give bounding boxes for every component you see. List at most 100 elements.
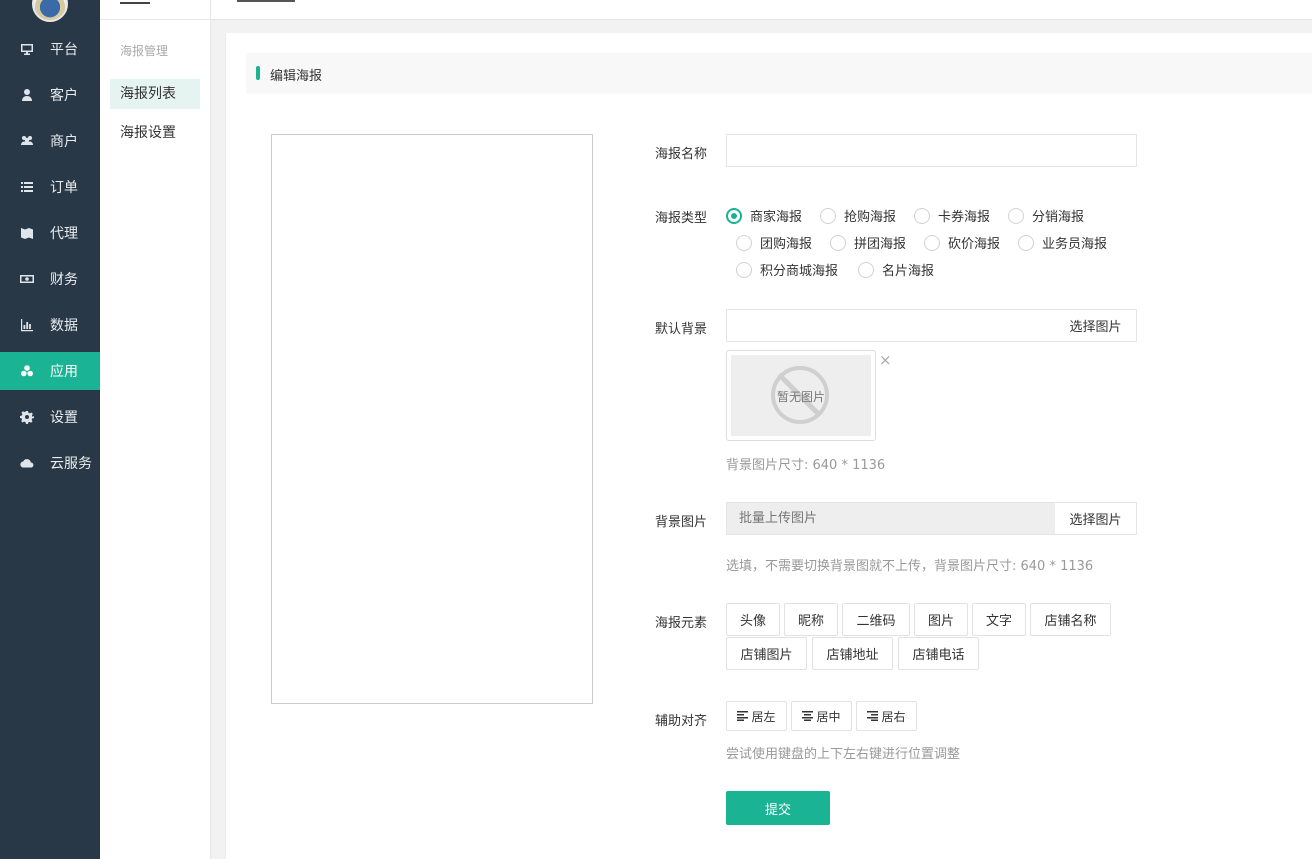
radio-group-buy-poster[interactable]: 团购海报: [736, 233, 812, 252]
nav-item-label: 财务: [50, 272, 78, 288]
app-logo: [32, 0, 68, 22]
header-breadcrumb: [237, 0, 295, 2]
element-shop-name-button[interactable]: 店铺名称: [1030, 603, 1111, 636]
nav-item-label: 平台: [50, 42, 78, 58]
nav-item-label: 代理: [50, 226, 78, 242]
radio-dot: [1008, 207, 1024, 224]
align-center-button[interactable]: 居中: [791, 701, 852, 731]
nav-item-cloud[interactable]: 云服务: [0, 444, 100, 482]
nav-item-platform[interactable]: 平台: [0, 30, 100, 68]
radio-label: 团购海报: [760, 237, 813, 252]
radio-label: 名片海报: [882, 264, 935, 279]
radio-label: 商家海报: [750, 210, 803, 225]
nav-item-settings[interactable]: 设置: [0, 398, 100, 436]
map-icon: [20, 226, 34, 240]
align-center-label: 居中: [816, 709, 841, 724]
radio-dot: [924, 234, 940, 251]
nav-item-merchant[interactable]: 商户: [0, 122, 100, 160]
radio-dot: [820, 207, 836, 224]
secondary-sidebar: 海报管理 海报列表 海报设置: [100, 0, 211, 859]
nav-item-label: 设置: [50, 410, 78, 426]
radio-dot: [726, 207, 742, 224]
element-shop-image-button[interactable]: 店铺图片: [726, 637, 807, 670]
bg-images-input[interactable]: [726, 502, 1056, 535]
nav-item-customer[interactable]: 客户: [0, 76, 100, 114]
radio-dot: [830, 234, 846, 251]
radio-label: 业务员海报: [1042, 237, 1108, 252]
default-bg-thumbnail: 暂无图片: [726, 350, 876, 441]
radio-dot: [914, 207, 930, 224]
subnav-item-poster-list[interactable]: 海报列表: [110, 79, 200, 109]
no-image-text: 暂无图片: [776, 390, 825, 404]
nav-item-label: 应用: [50, 364, 78, 380]
element-nickname-button[interactable]: 昵称: [784, 603, 838, 636]
thumbnail-placeholder: 暂无图片: [731, 355, 871, 436]
nav-item-label: 客户: [50, 88, 78, 104]
bar-chart-icon: [20, 318, 34, 332]
nav-item-agent[interactable]: 代理: [0, 214, 100, 252]
nav-item-data[interactable]: 数据: [0, 306, 100, 344]
element-text-button[interactable]: 文字: [972, 603, 1026, 636]
subbar-header-text: [120, 0, 150, 4]
nav-item-order[interactable]: 订单: [0, 168, 100, 206]
element-qrcode-button[interactable]: 二维码: [842, 603, 910, 636]
main-sidebar: 平台 客户 商户 订单 代理 财务 数据 应用 设置 云服务: [0, 0, 100, 859]
radio-salesman-poster[interactable]: 业务员海报: [1018, 233, 1107, 252]
list-icon: [20, 180, 34, 194]
radio-coupon-poster[interactable]: 卡券海报: [914, 206, 990, 225]
radio-label: 积分商城海报: [760, 264, 839, 279]
nav-item-label: 云服务: [50, 456, 92, 472]
radio-bargain-poster[interactable]: 砍价海报: [924, 233, 1000, 252]
title-accent-bar: [256, 66, 260, 80]
monitor-icon: [20, 42, 34, 56]
radio-flash-sale-poster[interactable]: 抢购海报: [820, 206, 896, 225]
radio-merchant-poster[interactable]: 商家海报: [726, 206, 802, 225]
money-icon: [20, 272, 34, 286]
radio-label: 抢购海报: [844, 210, 897, 225]
radio-points-mall-poster[interactable]: 积分商城海报: [736, 260, 838, 279]
radio-label: 卡券海报: [938, 210, 991, 225]
poster-name-label: 海报名称: [655, 147, 708, 162]
align-left-label: 居左: [751, 709, 776, 724]
nav-item-label: 数据: [50, 318, 78, 334]
radio-pintuan-poster[interactable]: 拼团海报: [830, 233, 906, 252]
align-right-button[interactable]: 居右: [856, 701, 917, 731]
align-left-button[interactable]: 居左: [726, 701, 787, 731]
element-shop-address-button[interactable]: 店铺地址: [812, 637, 893, 670]
element-shop-phone-button[interactable]: 店铺电话: [898, 637, 979, 670]
element-image-button[interactable]: 图片: [914, 603, 968, 636]
panel-title: 编辑海报: [270, 69, 323, 84]
submit-button[interactable]: 提交: [726, 791, 830, 825]
cubes-icon: [20, 364, 34, 378]
nav-item-label: 商户: [50, 134, 78, 150]
align-label: 辅助对齐: [655, 714, 708, 729]
align-right-label: 居右: [881, 709, 906, 724]
element-avatar-button[interactable]: 头像: [726, 603, 780, 636]
remove-image-close-icon[interactable]: ×: [879, 351, 892, 369]
radio-label: 拼团海报: [854, 237, 907, 252]
radio-label: 砍价海报: [948, 237, 1001, 252]
bg-images-select-button[interactable]: 选择图片: [1055, 502, 1137, 535]
align-right-icon: [867, 711, 879, 721]
default-bg-select-button[interactable]: 选择图片: [1055, 309, 1137, 342]
default-bg-input[interactable]: [726, 309, 1056, 342]
subbar-header: [100, 0, 211, 20]
nav-item-app[interactable]: 应用: [0, 352, 100, 390]
bg-images-label: 背景图片: [655, 515, 708, 530]
align-left-icon: [737, 711, 749, 721]
subnav-item-poster-settings[interactable]: 海报设置: [110, 118, 200, 148]
radio-dot: [736, 261, 752, 278]
panel-title-bar: 编辑海报: [246, 53, 1312, 94]
poster-type-label: 海报类型: [655, 211, 708, 226]
user-icon: [20, 88, 34, 102]
cloud-icon: [20, 456, 34, 470]
subnav-heading: 海报管理: [120, 44, 169, 58]
radio-business-card-poster[interactable]: 名片海报: [858, 260, 934, 279]
radio-dot: [858, 261, 874, 278]
radio-distribution-poster[interactable]: 分销海报: [1008, 206, 1084, 225]
poster-name-input[interactable]: [726, 134, 1137, 167]
poster-elements-label: 海报元素: [655, 616, 708, 631]
poster-preview-canvas[interactable]: [271, 134, 593, 704]
align-center-icon: [802, 711, 814, 721]
nav-item-finance[interactable]: 财务: [0, 260, 100, 298]
